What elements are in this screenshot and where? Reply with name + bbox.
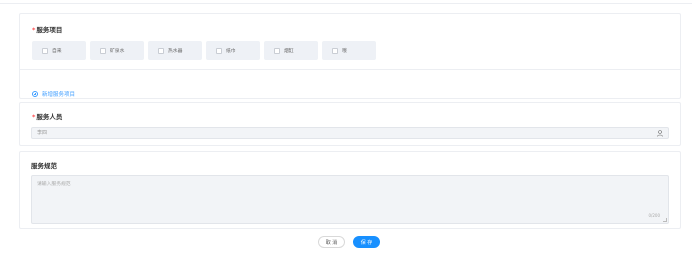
service-item-label: 矿泉水	[110, 49, 125, 54]
service-items-list: 自来 矿泉水 热水器 纸巾 烟缸 哦	[32, 41, 376, 60]
service-item-label: 自来	[52, 49, 62, 54]
service-staff-title: *服务人员	[32, 111, 62, 121]
service-norms-textarea[interactable]: 请输入服务规范 0/200	[31, 175, 669, 224]
checkbox[interactable]	[158, 47, 164, 54]
add-service-item-link[interactable]: 新增服务项目	[32, 90, 75, 98]
checkbox[interactable]	[274, 47, 280, 54]
service-staff-value: 李四	[37, 130, 48, 136]
checkbox[interactable]	[216, 47, 222, 54]
service-staff-card: *服务人员 李四	[19, 102, 681, 146]
user-icon[interactable]	[657, 130, 663, 137]
service-item-label: 哦	[342, 49, 347, 54]
service-norms-card: 服务规范 请输入服务规范 0/200	[19, 151, 681, 229]
service-norms-placeholder: 请输入服务规范	[37, 182, 71, 187]
service-item[interactable]: 哦	[322, 41, 376, 60]
service-items-title-text: 服务项目	[36, 26, 63, 34]
checkbox[interactable]	[42, 47, 48, 54]
service-item[interactable]: 自来	[32, 41, 86, 60]
checkbox[interactable]	[332, 47, 338, 54]
service-norms-title: 服务规范	[31, 162, 57, 170]
cancel-button[interactable]: 取 消	[318, 236, 345, 248]
add-service-item-label: 新增服务项目	[42, 92, 76, 98]
required-mark: *	[32, 113, 36, 121]
resize-handle-icon[interactable]	[663, 218, 667, 222]
service-items-title: *服务项目	[32, 24, 62, 34]
service-item-label: 烟缸	[284, 49, 294, 54]
service-item[interactable]: 矿泉水	[90, 41, 144, 60]
service-item-label: 热水器	[168, 49, 183, 54]
service-item[interactable]: 热水器	[148, 41, 202, 60]
service-staff-title-text: 服务人员	[36, 113, 63, 121]
service-item-label: 纸巾	[226, 49, 236, 54]
char-counter: 0/200	[648, 213, 660, 218]
checkbox[interactable]	[100, 47, 106, 54]
required-mark: *	[32, 26, 36, 34]
service-staff-input[interactable]: 李四	[31, 127, 669, 139]
save-button[interactable]: 保 存	[353, 236, 380, 248]
section-divider	[20, 69, 680, 70]
plus-circle-icon	[32, 91, 38, 97]
service-item[interactable]: 烟缸	[264, 41, 318, 60]
service-item[interactable]: 纸巾	[206, 41, 260, 60]
top-divider	[0, 0, 692, 4]
service-items-card: *服务项目 自来 矿泉水 热水器 纸巾 烟缸 哦 新增服务项目	[19, 13, 681, 99]
